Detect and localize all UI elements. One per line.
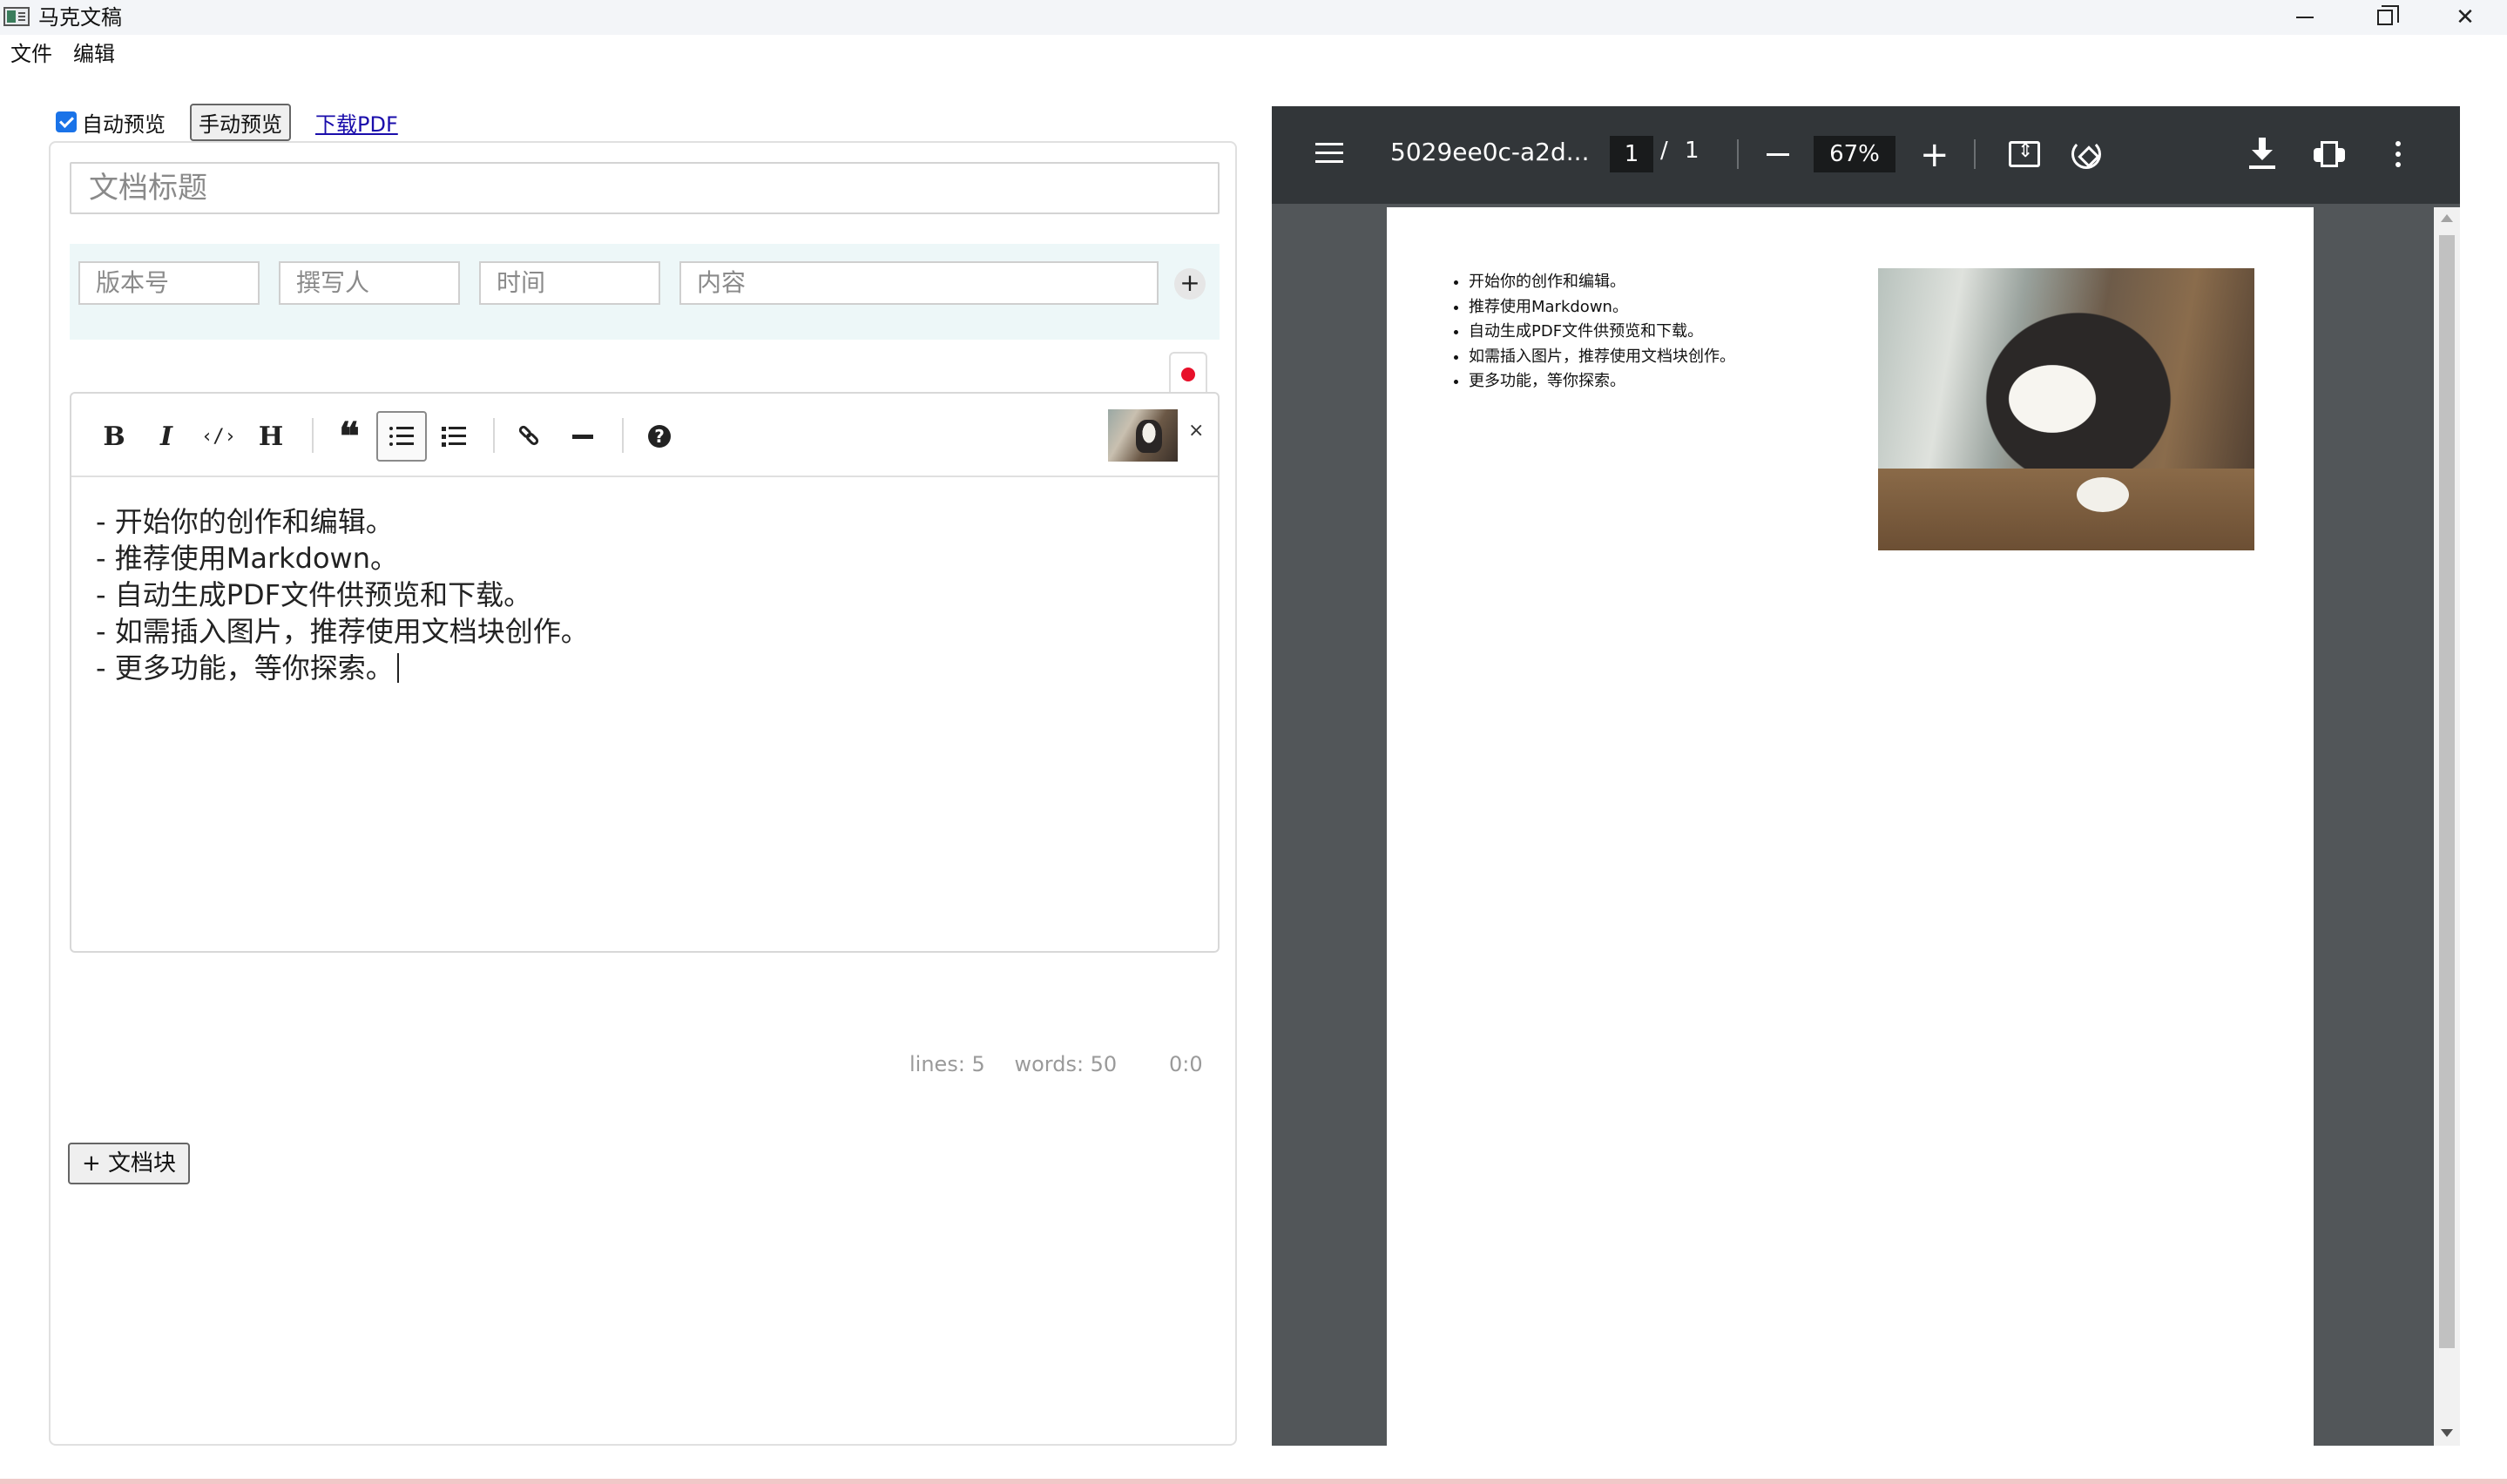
- pdf-list-item: 开始你的创作和编辑。: [1469, 270, 1735, 295]
- word-count: words: 50: [1014, 1052, 1118, 1076]
- time-input[interactable]: 时间: [479, 261, 660, 305]
- scroll-up-icon[interactable]: [2441, 214, 2453, 222]
- manual-preview-button[interactable]: 手动预览: [190, 103, 291, 141]
- editor-content[interactable]: - 开始你的创作和编辑。 - 推荐使用Markdown。 - 自动生成PDF文件…: [96, 503, 589, 686]
- meta-row: 版本号 撰写人 时间 内容 +: [70, 244, 1220, 340]
- heading-button[interactable]: H: [246, 411, 296, 462]
- toolbar-divider: [312, 418, 314, 453]
- horizontal-rule-icon: [572, 434, 593, 439]
- fit-page-icon[interactable]: [2009, 140, 2040, 167]
- bold-button[interactable]: B: [89, 411, 139, 462]
- pdf-toolbar-divider: [1974, 139, 1976, 169]
- menu-bar: 文件 编辑: [0, 37, 125, 71]
- window-title: 马克文稿: [38, 5, 122, 30]
- add-block-button[interactable]: + 文档块: [68, 1143, 191, 1184]
- editor-line: - 如需插入图片，推荐使用文档块创作。: [96, 615, 589, 648]
- maximize-button[interactable]: [2345, 0, 2425, 35]
- add-meta-button[interactable]: +: [1174, 268, 1206, 300]
- horizontal-rule-button[interactable]: [557, 411, 608, 462]
- close-icon: ✕: [2456, 4, 2475, 30]
- editor-line: - 推荐使用Markdown。: [96, 542, 398, 575]
- pdf-toolbar-divider: [1737, 139, 1739, 169]
- quote-button[interactable]: ❝: [324, 411, 375, 462]
- auto-preview-checkbox[interactable]: 自动预览: [56, 107, 166, 138]
- editor-line: - 开始你的创作和编辑。: [96, 505, 394, 538]
- italic-button[interactable]: I: [141, 411, 192, 462]
- preview-controls: 自动预览 手动预览 下载PDF: [56, 103, 398, 141]
- scroll-down-icon[interactable]: [2441, 1429, 2453, 1437]
- pdf-list-item: 如需插入图片，推荐使用文档块创作。: [1469, 345, 1735, 370]
- record-dot-icon: [1181, 368, 1195, 381]
- version-input[interactable]: 版本号: [78, 261, 260, 305]
- menu-edit[interactable]: 编辑: [63, 37, 125, 71]
- help-button[interactable]: ?: [634, 411, 685, 462]
- code-button[interactable]: ‹/›: [193, 411, 244, 462]
- image-thumbnail[interactable]: [1108, 409, 1178, 462]
- pdf-page-separator: /: [1660, 138, 1668, 164]
- toolbar-divider: [493, 418, 495, 453]
- pdf-list-item: 推荐使用Markdown。: [1469, 295, 1735, 320]
- zoom-in-icon[interactable]: +: [1920, 138, 1950, 172]
- pdf-menu-icon[interactable]: [1315, 143, 1343, 164]
- menu-file[interactable]: 文件: [0, 37, 63, 71]
- auto-preview-label: 自动预览: [82, 111, 166, 137]
- ordered-list-button[interactable]: [429, 411, 479, 462]
- unordered-list-button[interactable]: [376, 411, 427, 462]
- text-caret: [396, 653, 399, 683]
- title-bar: 马克文稿 ✕: [0, 0, 2507, 35]
- more-options-icon[interactable]: [2396, 141, 2401, 167]
- toolbar-divider: [622, 418, 624, 453]
- minimize-icon: [2296, 17, 2314, 18]
- close-button[interactable]: ✕: [2425, 0, 2505, 35]
- editor-line: - 更多功能，等你探索。: [96, 651, 394, 685]
- content-input[interactable]: 内容: [679, 261, 1159, 305]
- help-icon: ?: [648, 425, 671, 448]
- author-input[interactable]: 撰写人: [279, 261, 460, 305]
- app-icon: [3, 7, 30, 26]
- link-icon: [517, 423, 543, 449]
- pdf-zoom-input[interactable]: 67%: [1814, 136, 1895, 172]
- ordered-list-icon: [442, 427, 466, 447]
- line-count: lines: 5: [909, 1052, 985, 1076]
- pdf-toolbar: 5029ee0c-a2d... 1 / 1 67% +: [1272, 106, 2460, 204]
- record-tab[interactable]: [1169, 352, 1207, 394]
- maximize-icon: [2377, 5, 2399, 25]
- pdf-page-total: 1: [1685, 138, 1699, 164]
- pdf-filename: 5029ee0c-a2d...: [1390, 138, 1590, 166]
- checkbox-checked-icon[interactable]: [56, 111, 77, 132]
- editor-toolbar: B I ‹/› H ❝ ? ×: [71, 394, 1218, 477]
- link-button[interactable]: [505, 411, 556, 462]
- download-icon[interactable]: [2249, 138, 2275, 169]
- download-pdf-link[interactable]: 下载PDF: [315, 107, 398, 138]
- scroll-thumb[interactable]: [2439, 235, 2455, 1348]
- editor-line: - 自动生成PDF文件供预览和下载。: [96, 578, 532, 611]
- minimize-button[interactable]: [2265, 0, 2345, 35]
- pdf-viewer: 5029ee0c-a2d... 1 / 1 67% + 开始你的创作和编辑。 推…: [1272, 106, 2460, 1446]
- pdf-page-input[interactable]: 1: [1610, 136, 1653, 172]
- pdf-bullet-list: 开始你的创作和编辑。 推荐使用Markdown。 自动生成PDF文件供预览和下载…: [1448, 270, 1735, 395]
- window-bottom-edge: [0, 1479, 2507, 1484]
- document-title-input[interactable]: 文档标题: [70, 162, 1220, 214]
- pdf-page: 开始你的创作和编辑。 推荐使用Markdown。 自动生成PDF文件供预览和下载…: [1387, 207, 2314, 1446]
- cat-photo: [1878, 268, 2254, 550]
- editor-status: lines: 5 words: 50: [909, 1052, 1139, 1076]
- thumbnail-close-icon[interactable]: ×: [1188, 420, 1204, 442]
- pdf-list-item: 自动生成PDF文件供预览和下载。: [1469, 320, 1735, 345]
- pdf-scrollbar[interactable]: [2434, 207, 2460, 1446]
- unordered-list-icon: [389, 427, 414, 446]
- zoom-out-icon[interactable]: [1767, 153, 1789, 156]
- editor-panel: 文档标题 版本号 撰写人 时间 内容 + B I ‹/› H ❝ ? × - 开…: [49, 141, 1237, 1446]
- pdf-list-item: 更多功能，等你探索。: [1469, 369, 1735, 395]
- rotate-icon[interactable]: [2071, 139, 2101, 169]
- print-icon[interactable]: [2314, 141, 2345, 167]
- cursor-position: 0:0: [1169, 1052, 1203, 1076]
- markdown-editor[interactable]: B I ‹/› H ❝ ? × - 开始你的创作和编辑。 - 推荐使用Markd…: [70, 392, 1220, 953]
